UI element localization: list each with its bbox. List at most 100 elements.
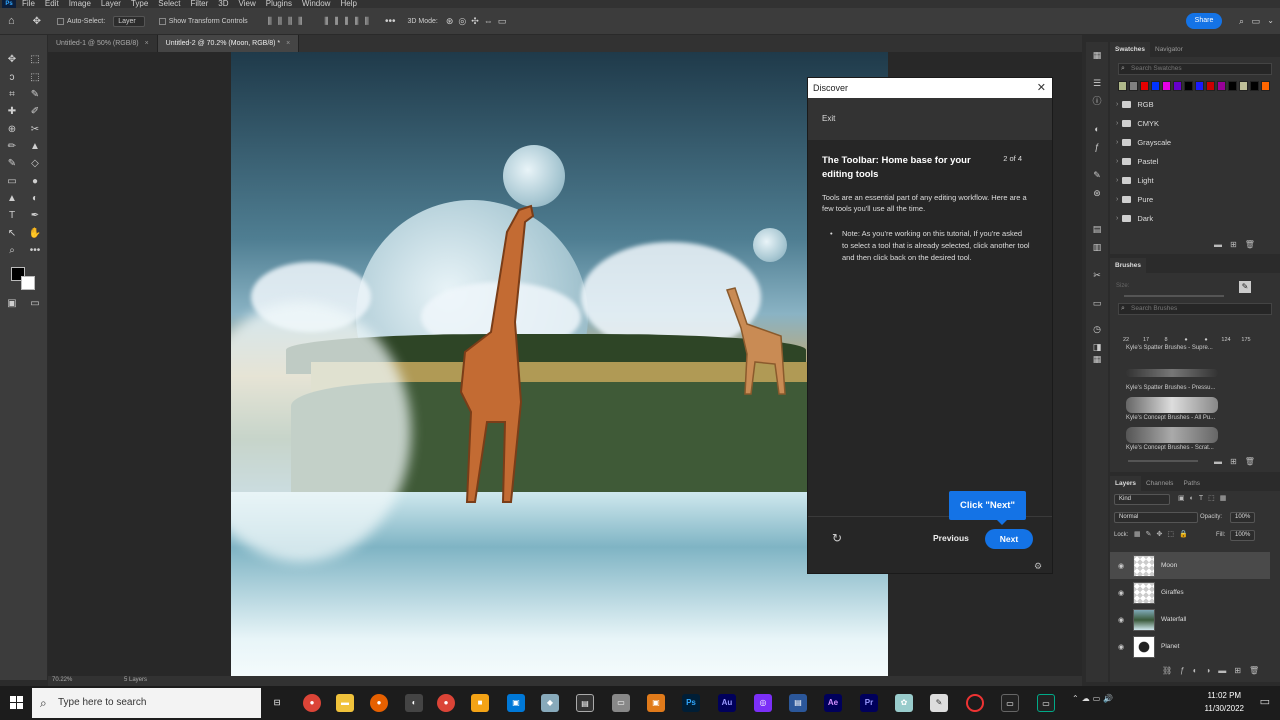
tab-brushes[interactable]: Brushes (1110, 258, 1147, 273)
shape-icon[interactable]: ↖ (5, 227, 19, 241)
color-swatch[interactable] (1151, 81, 1160, 91)
app-icon[interactable]: ◐ (405, 694, 423, 712)
background-color-swatch[interactable] (21, 276, 35, 290)
opacity-input[interactable]: 100% (1230, 512, 1256, 523)
move-tool-icon[interactable]: ✥ (33, 16, 41, 27)
menu-type[interactable]: Type (131, 0, 148, 8)
info-icon[interactable]: ⓘ (1090, 94, 1104, 108)
brush-panel-actions[interactable]: ▬⊞🗑 (1214, 457, 1263, 466)
adjustments-icon[interactable]: ☰ (1090, 76, 1104, 90)
brush-icon[interactable]: ✐ (28, 105, 42, 119)
menu-view[interactable]: View (239, 0, 256, 8)
brush-item[interactable]: Kyle's Spatter Brushes - Pressu... (1118, 365, 1272, 395)
menu-help[interactable]: Help (340, 0, 356, 8)
chrome-profile-icon[interactable]: ● (437, 694, 455, 712)
fx-icon[interactable]: ƒ (1090, 140, 1104, 154)
eye-icon[interactable]: ◉ (1113, 616, 1129, 624)
eraser-icon[interactable]: ◇ (28, 157, 42, 171)
app-icon[interactable]: ▤ (576, 694, 594, 712)
app-icon[interactable]: ◎ (754, 694, 772, 712)
lock-icons[interactable]: ▦✎✥⬚🔒 (1134, 530, 1193, 538)
swatch-folder-pure[interactable]: › Pure (1110, 190, 1280, 209)
menu-window[interactable]: Window (302, 0, 330, 8)
clone-source-icon[interactable]: ⊛ (1090, 186, 1104, 200)
chrome-icon[interactable]: ● (303, 694, 321, 712)
layer-row-waterfall[interactable]: ◉ Waterfall (1110, 606, 1270, 633)
eye-icon[interactable]: ◉ (1113, 589, 1129, 597)
dodge-icon[interactable]: ◐ (28, 192, 42, 206)
tab-paths[interactable]: Paths (1178, 476, 1205, 491)
3d-mode-icons[interactable]: ⊛◎✣⇔▭ (446, 16, 511, 27)
tab-layers[interactable]: Layers (1110, 476, 1141, 491)
after-effects-icon[interactable]: Ae (824, 694, 842, 712)
history-brush-icon[interactable]: ✂ (28, 123, 42, 137)
color-swatch[interactable] (1250, 81, 1259, 91)
brush-settings-icon[interactable]: ✎ (1090, 168, 1104, 182)
brush-preview-slider[interactable] (1128, 460, 1198, 462)
swatch-folder-rgb[interactable]: › RGB (1110, 95, 1280, 114)
system-tray-icons[interactable]: ⌃☁▭🔊 (1072, 694, 1116, 703)
app-icon[interactable]: ✿ (895, 694, 913, 712)
stamp-icon[interactable]: ⊕ (5, 123, 19, 137)
fill-input[interactable]: 100% (1230, 530, 1256, 541)
more-tools-icon[interactable]: ••• (28, 244, 42, 258)
task-view-icon[interactable]: ⊟ (268, 694, 286, 712)
libraries-icon[interactable]: ◷ (1090, 322, 1104, 336)
app-icon[interactable]: ▭ (612, 694, 630, 712)
menu-3d[interactable]: 3D (218, 0, 228, 8)
show-transform-checkbox[interactable]: Show Transform Controls (158, 17, 248, 25)
search-icon[interactable]: ⌕ (1239, 16, 1244, 27)
clone-stamp-icon[interactable]: ▲ (28, 140, 42, 154)
photoshop-taskbar-icon[interactable]: Ps (682, 694, 700, 712)
marquee-icon[interactable]: ⬚ (28, 53, 42, 67)
app-icon[interactable] (966, 694, 984, 712)
swatch-panel-actions[interactable]: ▬⊞🗑 (1214, 240, 1263, 249)
blur-icon[interactable]: ● (28, 175, 42, 189)
tab-swatches[interactable]: Swatches (1110, 42, 1150, 57)
lasso-icon[interactable]: ↄ (5, 71, 19, 85)
menu-image[interactable]: Image (69, 0, 91, 8)
tab-navigator[interactable]: Navigator (1150, 42, 1188, 57)
taskbar-search-input[interactable]: ⌕ Type here to search (32, 688, 261, 718)
app-icon[interactable]: ✎ (930, 694, 948, 712)
screen-mode-icon[interactable]: ▭ (28, 297, 42, 311)
paint-bucket-icon[interactable]: ▭ (5, 175, 19, 189)
menu-plugins[interactable]: Plugins (266, 0, 292, 8)
eyedropper-icon[interactable]: ✎ (28, 88, 42, 102)
share-button[interactable]: Share (1186, 13, 1222, 29)
next-button[interactable]: Next (985, 529, 1033, 549)
brushes-search-input[interactable]: ⌕ Search Brushes (1118, 303, 1272, 315)
brush-tip-row[interactable]: 22 17 8 ● ● 124 175 (1116, 321, 1274, 343)
blend-mode-dropdown[interactable]: Normal (1114, 512, 1198, 523)
restart-icon[interactable]: ↻ (832, 531, 842, 545)
layer-row-giraffes[interactable]: ◉ Giraffes (1110, 579, 1270, 606)
document-canvas[interactable] (231, 52, 888, 676)
eye-icon[interactable]: ◉ (1113, 643, 1129, 651)
move-icon[interactable]: ✥ (5, 53, 19, 67)
app-icon[interactable]: ▣ (647, 694, 665, 712)
brush-item[interactable]: Kyle's Concept Brushes - All Pu... (1118, 395, 1272, 425)
color-swatch[interactable] (1129, 81, 1138, 91)
home-icon[interactable]: ⌂ (8, 15, 15, 27)
notifications-icon[interactable]: ▭ (1260, 695, 1270, 708)
hand-icon[interactable]: ✋ (28, 227, 42, 241)
close-icon[interactable]: × (145, 40, 149, 47)
app-icon[interactable]: ▭ (1001, 694, 1019, 712)
quick-mask-icon[interactable]: ▣ (5, 297, 19, 311)
color-swatch[interactable] (1118, 81, 1127, 91)
swatch-folder-cmyk[interactable]: › CMYK (1110, 114, 1280, 133)
app-icon[interactable]: ▣ (507, 694, 525, 712)
layer-row-planet[interactable]: ◉ Planet (1110, 633, 1270, 660)
tab-untitled-1[interactable]: Untitled-1 @ 50% (RGB/8) × (48, 35, 158, 52)
path-select-icon[interactable]: ✒ (28, 209, 42, 223)
gradient-icon[interactable]: ✎ (5, 157, 19, 171)
exit-link[interactable]: Exit (822, 114, 835, 123)
windows-start-icon[interactable] (0, 686, 32, 720)
app-icon[interactable]: ◆ (541, 694, 559, 712)
color-swatch[interactable] (1184, 81, 1193, 91)
app-icon[interactable]: ▤ (789, 694, 807, 712)
layer-filter-dropdown[interactable]: Kind (1114, 494, 1170, 505)
object-select-icon[interactable]: ⬚ (28, 71, 42, 85)
menu-select[interactable]: Select (158, 0, 180, 8)
layer-panel-actions[interactable]: ⛓ƒ◐◑▬⊞🗑 (1162, 666, 1267, 675)
